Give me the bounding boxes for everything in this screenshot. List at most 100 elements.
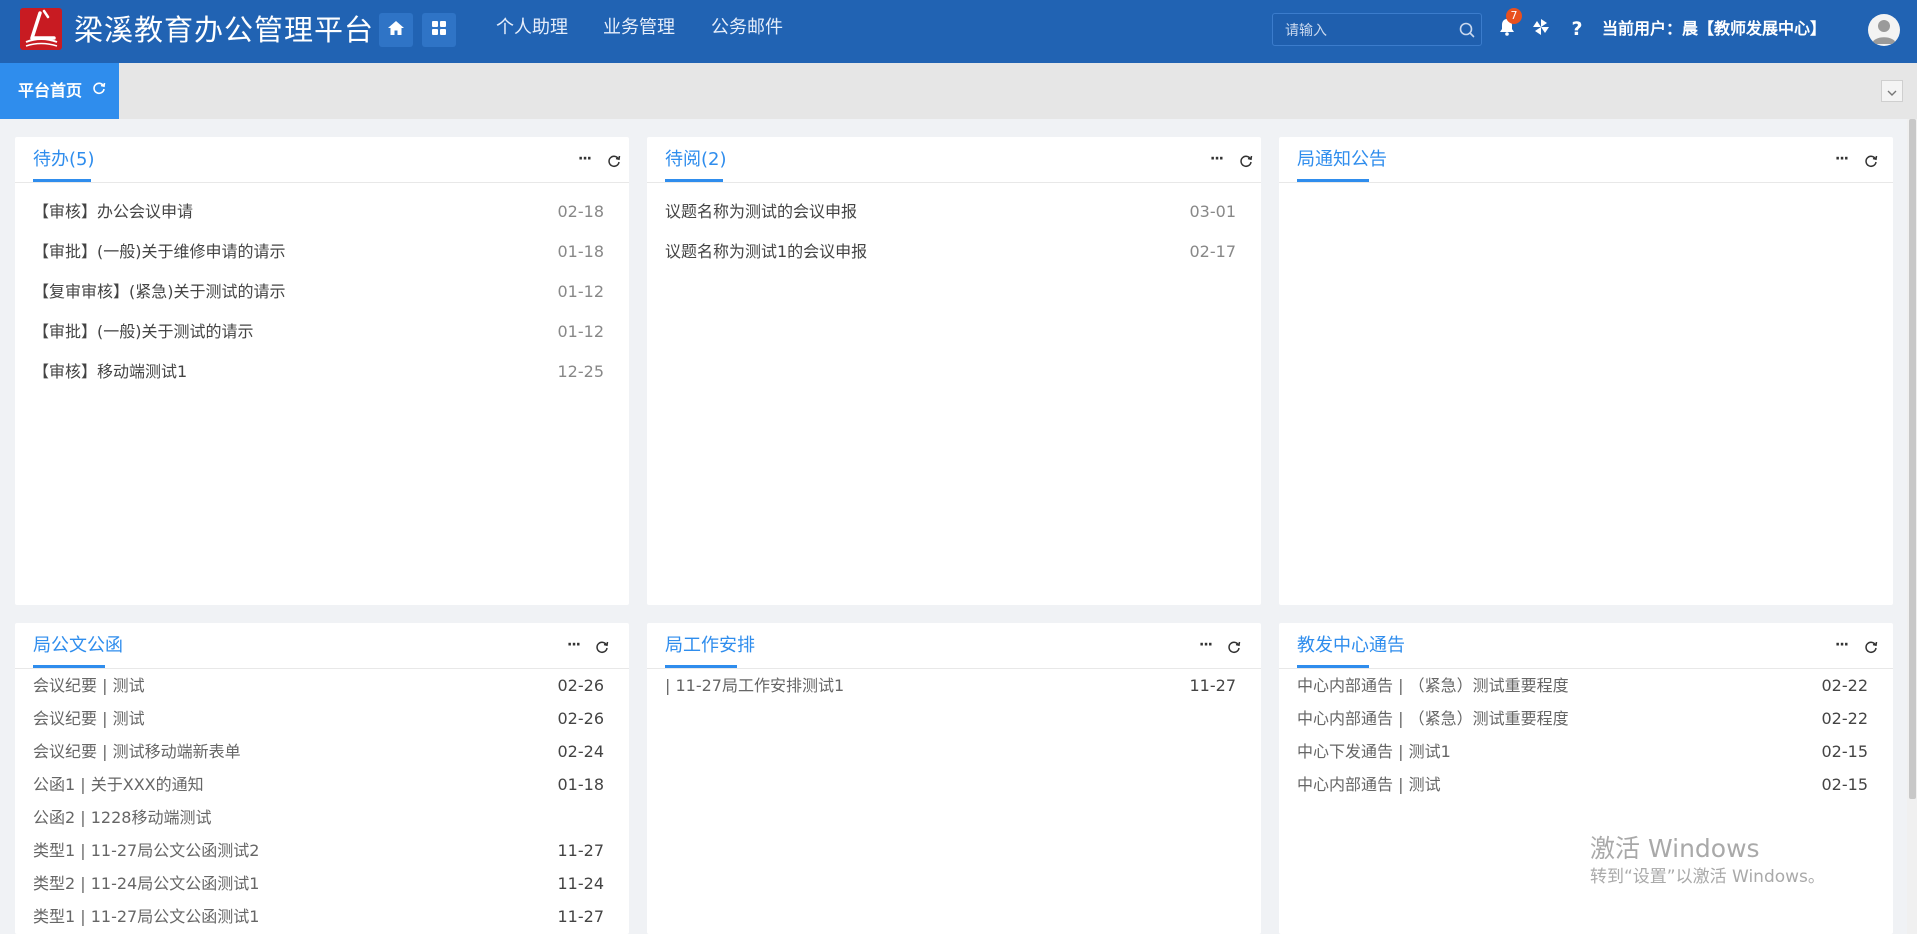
list-item[interactable]: 【审批】(一般)关于维修申请的请示 01-18 — [33, 241, 604, 281]
item-text[interactable]: 公函2 | 1228移动端测试 — [33, 807, 211, 829]
item-date: 01-18 — [557, 242, 605, 261]
list-item[interactable]: 公函1 | 关于XXX的通知 01-18 — [33, 774, 604, 807]
list-item[interactable]: 中心内部通告 | 测试 02-15 — [1297, 774, 1868, 807]
title-underline — [33, 179, 91, 182]
user-icon — [1872, 20, 1896, 44]
list-item[interactable]: 议题名称为测试1的会议申报 02-17 — [665, 241, 1236, 281]
item-text[interactable]: 【复审审核】(紧急)关于测试的请示 — [33, 281, 286, 303]
item-text[interactable]: 会议纪要 | 测试移动端新表单 — [33, 741, 241, 763]
list-item[interactable]: 会议纪要 | 测试移动端新表单 02-24 — [33, 741, 604, 774]
item-text[interactable]: 中心下发通告 | 测试1 — [1297, 741, 1451, 763]
nav-business-management[interactable]: 业务管理 — [603, 16, 675, 40]
panel-bureau-notice: 局通知公告 ··· — [1279, 137, 1893, 605]
avatar[interactable] — [1868, 14, 1900, 46]
item-text[interactable]: 议题名称为测试1的会议申报 — [665, 241, 867, 263]
bureau-docs-list: 会议纪要 | 测试 02-26 会议纪要 | 测试 02-26 会议纪要 | 测试移… — [33, 675, 604, 934]
list-item[interactable]: 中心下发通告 | 测试1 02-15 — [1297, 741, 1868, 774]
item-text[interactable]: 公函1 | 关于XXX的通知 — [33, 774, 204, 796]
list-item[interactable]: 【审核】移动端测试1 12-25 — [33, 361, 604, 401]
title-underline — [665, 179, 723, 182]
item-text[interactable]: 会议纪要 | 测试 — [33, 675, 145, 697]
grid-icon — [431, 20, 447, 40]
item-text[interactable]: 会议纪要 | 测试 — [33, 708, 145, 730]
list-item[interactable]: 类型1 | 11-27局公文公函测试1 11-27 — [33, 906, 604, 934]
more-icon[interactable]: ··· — [1835, 151, 1849, 167]
refresh-icon[interactable] — [1864, 153, 1878, 172]
center-notice-list: 中心内部通告 | （紧急）测试重要程度 02-22 中心内部通告 | （紧急）测试… — [1297, 675, 1868, 807]
list-item[interactable]: 中心内部通告 | （紧急）测试重要程度 02-22 — [1297, 708, 1868, 741]
panel-header: 待办(5) ··· — [15, 137, 629, 183]
more-icon[interactable]: ··· — [578, 151, 592, 167]
panel-title[interactable]: 待办(5) — [33, 148, 95, 172]
item-date: 11-24 — [557, 874, 605, 893]
title-underline — [665, 665, 737, 668]
panel-title[interactable]: 局公文公函 — [33, 634, 123, 658]
nav-official-mail[interactable]: 公务邮件 — [711, 16, 783, 40]
apps-button[interactable] — [422, 13, 456, 47]
title-underline — [1297, 179, 1369, 182]
tab-dropdown-button[interactable] — [1881, 80, 1903, 102]
refresh-icon[interactable] — [92, 62, 106, 118]
item-text[interactable]: 类型1 | 11-27局公文公函测试2 — [33, 840, 259, 862]
theme-button[interactable] — [1530, 18, 1552, 40]
item-text[interactable]: 类型2 | 11-24局公文公函测试1 — [33, 873, 259, 895]
item-date: 12-25 — [557, 362, 605, 381]
refresh-icon[interactable] — [1864, 639, 1878, 658]
item-date: 02-15 — [1821, 742, 1869, 761]
list-item[interactable]: 会议纪要 | 测试 02-26 — [33, 675, 604, 708]
item-text[interactable]: 【审核】移动端测试1 — [33, 361, 187, 383]
nav-personal-assistant[interactable]: 个人助理 — [496, 16, 568, 40]
item-date: 02-26 — [557, 709, 605, 728]
item-text[interactable]: | 11-27局工作安排测试1 — [665, 675, 844, 697]
item-date: 02-15 — [1821, 775, 1869, 794]
logo — [20, 8, 62, 50]
panel-title[interactable]: 局通知公告 — [1297, 148, 1387, 172]
list-item[interactable]: 【复审审核】(紧急)关于测试的请示 01-12 — [33, 281, 604, 321]
item-text[interactable]: 【审批】(一般)关于测试的请示 — [33, 321, 254, 343]
item-text[interactable]: 【审核】办公会议申请 — [33, 201, 193, 223]
item-text[interactable]: 中心内部通告 | （紧急）测试重要程度 — [1297, 708, 1569, 730]
scrollbar-thumb[interactable] — [1909, 119, 1916, 799]
refresh-icon[interactable] — [1227, 639, 1241, 658]
list-item[interactable]: 类型2 | 11-24局公文公函测试1 11-24 — [33, 873, 604, 906]
list-item[interactable]: 类型1 | 11-27局公文公函测试2 11-27 — [33, 840, 604, 873]
refresh-icon[interactable] — [1239, 153, 1253, 172]
item-date: 01-18 — [557, 775, 605, 794]
list-item[interactable]: 【审核】办公会议申请 02-18 — [33, 201, 604, 241]
refresh-icon[interactable] — [607, 153, 621, 172]
panel-todo: 待办(5) ··· 【审核】办公会议申请 02-18 【审批】(一般)关于维修申请… — [15, 137, 629, 605]
more-icon[interactable]: ··· — [1835, 637, 1849, 653]
more-icon[interactable]: ··· — [567, 637, 581, 653]
home-button[interactable] — [379, 13, 413, 47]
search-icon[interactable] — [1459, 22, 1475, 42]
item-text[interactable]: 中心内部通告 | （紧急）测试重要程度 — [1297, 675, 1569, 697]
tab-home[interactable]: 平台首页 — [0, 63, 119, 119]
item-date: 02-18 — [557, 202, 605, 221]
item-date: 01-12 — [557, 282, 605, 301]
search-input[interactable] — [1283, 18, 1447, 44]
list-item[interactable]: | 11-27局工作安排测试1 11-27 — [665, 675, 1236, 708]
item-text[interactable]: 中心内部通告 | 测试 — [1297, 774, 1441, 796]
list-item[interactable]: 【审批】(一般)关于测试的请示 01-12 — [33, 321, 604, 361]
title-underline — [1297, 665, 1369, 668]
item-date: 02-17 — [1189, 242, 1237, 261]
page-scrollbar[interactable] — [1907, 119, 1917, 934]
panel-bureau-schedule: 局工作安排 ··· | 11-27局工作安排测试1 11-27 — [647, 623, 1261, 934]
list-item[interactable]: 会议纪要 | 测试 02-26 — [33, 708, 604, 741]
item-date: 02-24 — [557, 742, 605, 761]
panel-title[interactable]: 局工作安排 — [665, 634, 755, 658]
panel-title[interactable]: 待阅(2) — [665, 148, 727, 172]
refresh-icon[interactable] — [595, 639, 609, 658]
more-icon[interactable]: ··· — [1210, 151, 1224, 167]
list-item[interactable]: 中心内部通告 | （紧急）测试重要程度 02-22 — [1297, 675, 1868, 708]
panel-header: 局通知公告 ··· — [1279, 137, 1893, 183]
list-item[interactable]: 议题名称为测试的会议申报 03-01 — [665, 201, 1236, 241]
top-header: 梁溪教育办公管理平台 个人助理 业务管理 公务邮件 7 — [0, 0, 1917, 63]
panel-title[interactable]: 教发中心通告 — [1297, 634, 1405, 658]
list-item[interactable]: 公函2 | 1228移动端测试 — [33, 807, 604, 840]
help-button[interactable]: ? — [1566, 18, 1588, 40]
item-text[interactable]: 议题名称为测试的会议申报 — [665, 201, 857, 223]
item-text[interactable]: 【审批】(一般)关于维修申请的请示 — [33, 241, 286, 263]
item-text[interactable]: 类型1 | 11-27局公文公函测试1 — [33, 906, 259, 928]
more-icon[interactable]: ··· — [1199, 637, 1213, 653]
